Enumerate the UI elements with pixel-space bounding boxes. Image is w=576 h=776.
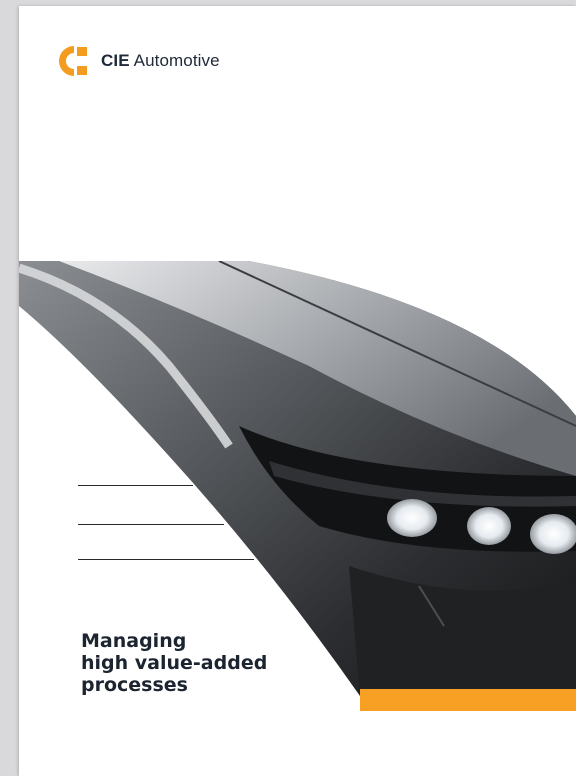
cover-title: Managing high value-added processes	[81, 630, 341, 696]
form-line-3	[78, 559, 254, 560]
cover-title-line-1: Managing	[81, 630, 187, 652]
document-page: CIE Automotive Managing high value-added…	[19, 6, 576, 776]
form-line-2	[78, 524, 224, 525]
cover-title-line-2: high value-added	[81, 652, 268, 674]
form-line-1	[78, 485, 193, 486]
cover-title-line-3: processes	[81, 674, 188, 696]
